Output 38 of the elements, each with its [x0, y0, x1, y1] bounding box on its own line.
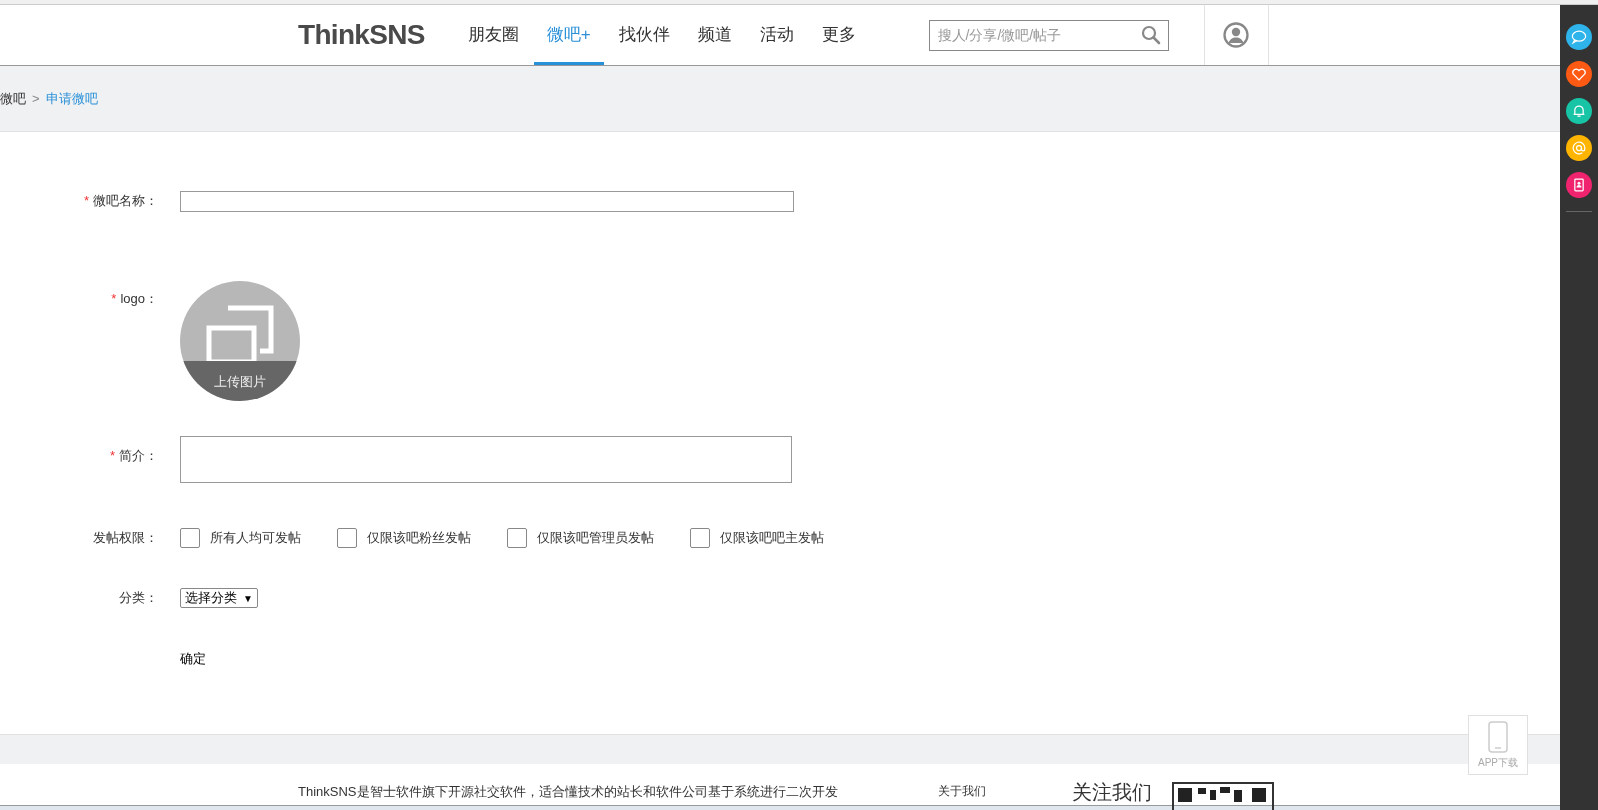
submit-button[interactable]: 确定 [180, 649, 206, 669]
footer-heading: 关注我们 [1072, 782, 1152, 802]
field-label: 发帖权限： [93, 529, 158, 548]
breadcrumb-link[interactable]: 微吧 [0, 88, 26, 109]
field-label: 分类： [119, 589, 158, 608]
bell-icon[interactable] [1566, 98, 1592, 124]
name-input-field[interactable] [180, 190, 794, 212]
breadcrumb-separator: > [32, 89, 40, 108]
checkbox-label: 仅限该吧粉丝发帖 [367, 529, 471, 548]
nav-tab[interactable]: 找伙伴 [605, 5, 683, 65]
field-label: * 简介： [109, 447, 158, 465]
at-sign-icon[interactable] [1566, 135, 1592, 161]
user-avatar-icon[interactable] [1223, 22, 1250, 48]
search-icon[interactable] [1140, 24, 1161, 45]
nav-tab[interactable]: 更多 [808, 5, 869, 65]
upload-image-button[interactable]: 上传图片 [180, 281, 300, 401]
nav-tab[interactable]: 朋友圈 [454, 5, 532, 65]
about-link[interactable]: 关于我们 [938, 782, 986, 800]
checkbox[interactable] [337, 528, 357, 548]
contact-book-icon[interactable] [1566, 172, 1592, 198]
search-field[interactable]: 搜人/分享/微吧/帖子 [928, 19, 1169, 51]
checkbox[interactable] [690, 528, 710, 548]
qr-code-icon [1172, 782, 1274, 810]
site-logo[interactable]: ThinkSNS [298, 14, 425, 56]
chat-bubble-icon[interactable] [1566, 24, 1592, 50]
checkbox-label: 仅限该吧管理员发帖 [537, 529, 654, 548]
field-label: * logo： [111, 290, 158, 308]
footer-description: ThinkSNS是智士软件旗下开源社交软件，适合懂技术的站长和软件公司基于系统进行二次开发 [298, 783, 839, 801]
nav-tab[interactable]: 活动 [746, 5, 807, 65]
checkbox[interactable] [507, 528, 527, 548]
phone-icon [1488, 720, 1508, 753]
checkbox[interactable] [180, 528, 200, 548]
category-select[interactable]: 选择分类 ▼ [180, 588, 258, 608]
checkbox-label: 所有人均可发帖 [210, 529, 301, 548]
field-label: * 微吧名称： [83, 192, 158, 211]
intro-text-field[interactable] [180, 436, 792, 483]
checkbox-label: 仅限该吧吧主发帖 [720, 529, 824, 548]
nav-tab[interactable]: 频道 [684, 5, 745, 65]
